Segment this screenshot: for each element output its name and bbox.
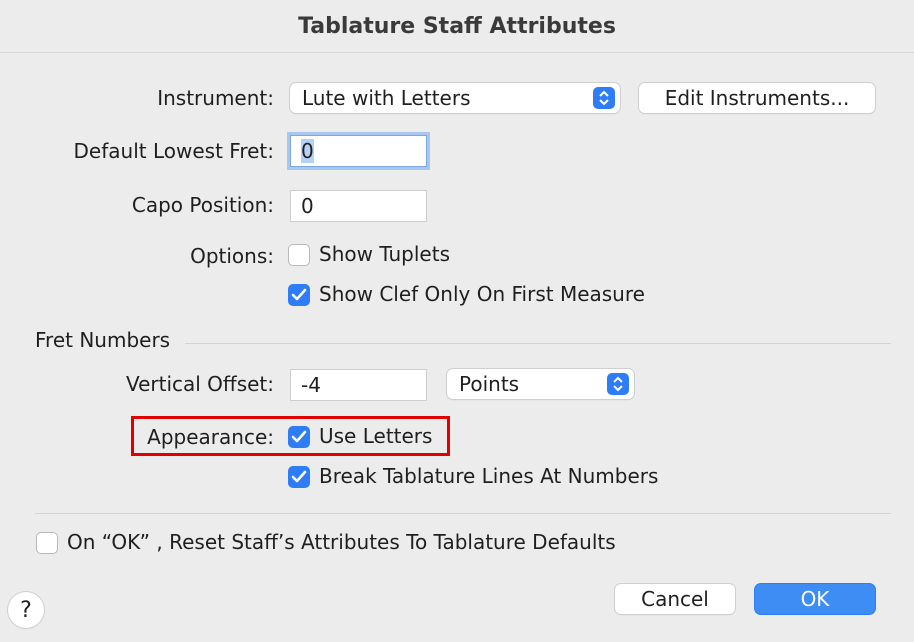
capo-value: 0 <box>301 194 314 218</box>
vertical-offset-value: -4 <box>301 373 321 397</box>
edit-instruments-button[interactable]: Edit Instruments... <box>639 83 875 113</box>
section-divider <box>185 343 891 344</box>
show-tuplets-checkbox[interactable] <box>288 244 310 266</box>
show-clef-label: Show Clef Only On First Measure <box>319 282 645 306</box>
dialog-title: Tablature Staff Attributes <box>0 0 914 53</box>
instrument-popup[interactable]: Lute with Letters <box>290 83 620 113</box>
instrument-label: Instrument: <box>157 86 274 110</box>
lowest-fret-value: 0 <box>301 139 314 163</box>
instrument-value: Lute with Letters <box>302 86 471 110</box>
highlight-box <box>131 416 450 456</box>
footer-divider <box>35 513 891 514</box>
vertical-offset-field[interactable]: -4 <box>290 369 427 401</box>
reset-defaults-label: On “OK” , Reset Staff’s Attributes To Ta… <box>67 530 616 554</box>
show-clef-checkbox[interactable] <box>288 284 310 306</box>
chevron-updown-icon <box>593 87 615 109</box>
checkmark-icon <box>291 288 307 301</box>
break-lines-checkbox[interactable] <box>288 466 310 488</box>
checkmark-icon <box>291 470 307 483</box>
options-label: Options: <box>190 244 274 268</box>
show-tuplets-label: Show Tuplets <box>319 242 450 266</box>
reset-defaults-checkbox[interactable] <box>36 532 58 554</box>
lowest-fret-label: Default Lowest Fret: <box>73 139 274 163</box>
help-button[interactable]: ? <box>8 592 44 628</box>
units-value: Points <box>459 372 520 396</box>
cancel-button[interactable]: Cancel <box>615 584 735 614</box>
capo-label: Capo Position: <box>131 193 274 217</box>
fret-numbers-section-label: Fret Numbers <box>35 328 171 352</box>
break-lines-label: Break Tablature Lines At Numbers <box>319 464 659 488</box>
chevron-updown-icon <box>607 373 629 395</box>
vertical-offset-label: Vertical Offset: <box>125 372 274 396</box>
capo-field[interactable]: 0 <box>290 190 427 222</box>
units-popup[interactable]: Points <box>447 369 634 399</box>
lowest-fret-field[interactable]: 0 <box>290 135 427 167</box>
ok-button[interactable]: OK <box>755 584 875 614</box>
